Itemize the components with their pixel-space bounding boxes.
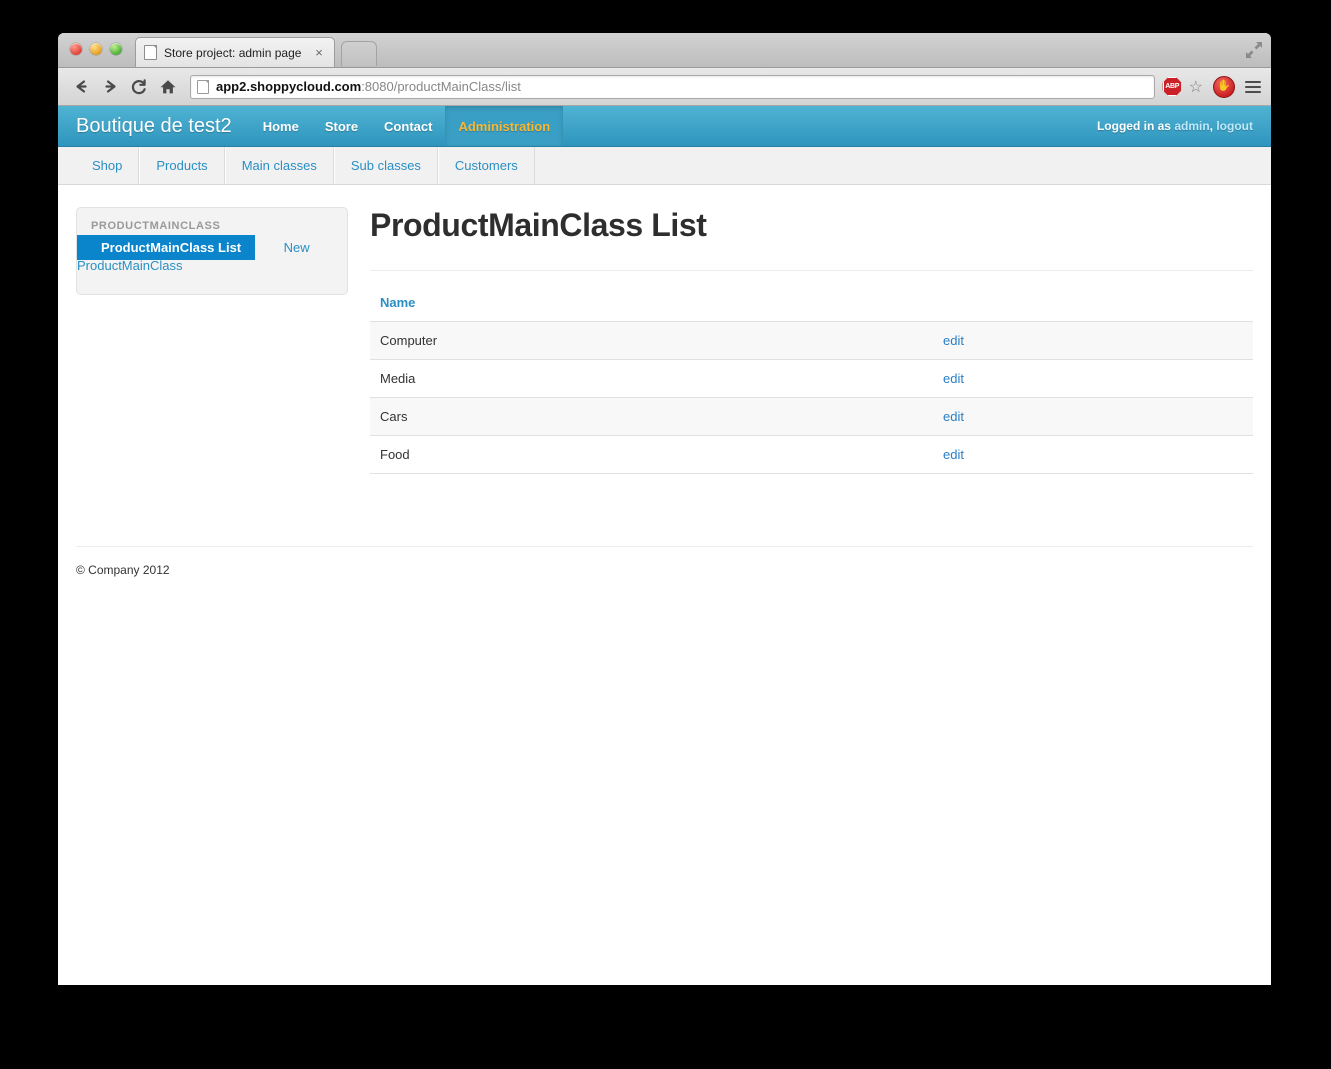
new-tab-button[interactable] — [341, 41, 377, 66]
close-button[interactable] — [70, 43, 82, 55]
minimize-button[interactable] — [90, 43, 102, 55]
table-body: Computer edit Media edit Cars edit — [370, 322, 1253, 474]
browser-window: Store project: admin page × — [58, 33, 1271, 985]
cell-actions: edit — [933, 436, 1253, 474]
web-page: Boutique de test2 Home Store Contact Adm… — [58, 106, 1271, 985]
session-prefix: Logged in as — [1097, 119, 1171, 133]
resize-grip-icon[interactable] — [1245, 41, 1263, 59]
cell-name: Media — [370, 360, 933, 398]
subnav-item-shop[interactable]: Shop — [76, 147, 139, 184]
browser-tab-strip: Store project: admin page × — [58, 33, 1271, 68]
footer-spacer — [58, 474, 1271, 546]
browser-tab-title: Store project: admin page — [164, 46, 312, 60]
table-header-row: Name — [370, 293, 1253, 322]
admin-subnav: Shop Products Main classes Sub classes C… — [58, 147, 1271, 185]
session-separator: , — [1210, 119, 1213, 133]
address-bar-url: app2.shoppycloud.com:8080/productMainCla… — [216, 79, 521, 94]
site-brand[interactable]: Boutique de test2 — [58, 106, 250, 146]
page-icon — [144, 45, 157, 60]
productmainclass-table: Name Computer edit Media edit — [370, 293, 1253, 474]
edit-link[interactable]: edit — [943, 409, 964, 424]
site-nav-links: Home Store Contact Administration — [250, 106, 563, 146]
cell-actions: edit — [933, 398, 1253, 436]
table-row: Computer edit — [370, 322, 1253, 360]
stop-hand-icon[interactable]: ✋ — [1213, 76, 1235, 98]
nav-item-administration[interactable]: Administration — [445, 106, 563, 146]
edit-link[interactable]: edit — [943, 371, 964, 386]
column-header-name[interactable]: Name — [370, 293, 933, 322]
hamburger-menu-icon[interactable] — [1245, 81, 1261, 93]
bookmark-star-icon[interactable]: ☆ — [1189, 77, 1203, 97]
nav-item-contact[interactable]: Contact — [371, 106, 445, 146]
cell-actions: edit — [933, 322, 1253, 360]
page-content: PRODUCTMAINCLASS ProductMainClass List N… — [58, 185, 1271, 474]
reload-icon — [130, 78, 148, 96]
url-host: app2.shoppycloud.com — [216, 79, 361, 94]
forward-button[interactable] — [97, 74, 123, 100]
page-info-icon — [197, 80, 209, 94]
main-panel: ProductMainClass List Name Computer — [370, 207, 1253, 474]
edit-link[interactable]: edit — [943, 447, 964, 462]
reload-button[interactable] — [126, 74, 152, 100]
browser-tab-active[interactable]: Store project: admin page × — [135, 37, 335, 67]
address-bar[interactable]: app2.shoppycloud.com:8080/productMainCla… — [190, 75, 1155, 99]
sidebar: PRODUCTMAINCLASS ProductMainClass List N… — [76, 207, 348, 295]
page-footer: © Company 2012 — [76, 546, 1253, 577]
logout-link[interactable]: logout — [1216, 119, 1253, 133]
table-row: Cars edit — [370, 398, 1253, 436]
arrow-right-icon — [102, 78, 119, 95]
browser-toolbar: app2.shoppycloud.com:8080/productMainCla… — [58, 68, 1271, 106]
session-user-link[interactable]: admin — [1174, 119, 1209, 133]
home-icon — [159, 78, 177, 96]
cell-name: Food — [370, 436, 933, 474]
cell-actions: edit — [933, 360, 1253, 398]
table-head: Name — [370, 293, 1253, 322]
copyright-text: © Company 2012 — [76, 563, 170, 577]
cell-name: Computer — [370, 322, 933, 360]
nav-item-store[interactable]: Store — [312, 106, 371, 146]
table-row: Food edit — [370, 436, 1253, 474]
close-icon[interactable]: × — [312, 46, 326, 60]
session-info: Logged in as admin, logout — [1097, 106, 1271, 146]
adblock-plus-icon[interactable]: ABP — [1163, 77, 1182, 96]
back-button[interactable] — [68, 74, 94, 100]
maximize-button[interactable] — [110, 43, 122, 55]
site-navbar: Boutique de test2 Home Store Contact Adm… — [58, 106, 1271, 147]
edit-link[interactable]: edit — [943, 333, 964, 348]
title-divider — [370, 270, 1253, 271]
column-header-actions — [933, 293, 1253, 322]
screen: Store project: admin page × — [0, 0, 1331, 1069]
nav-item-home[interactable]: Home — [250, 106, 312, 146]
table-row: Media edit — [370, 360, 1253, 398]
subnav-item-main-classes[interactable]: Main classes — [225, 147, 334, 184]
window-controls — [70, 43, 122, 55]
cell-name: Cars — [370, 398, 933, 436]
url-path: :8080/productMainClass/list — [361, 79, 521, 94]
subnav-item-products[interactable]: Products — [139, 147, 224, 184]
page-title: ProductMainClass List — [370, 207, 1253, 244]
home-button[interactable] — [155, 74, 181, 100]
subnav-item-customers[interactable]: Customers — [438, 147, 535, 184]
arrow-left-icon — [73, 78, 90, 95]
subnav-item-sub-classes[interactable]: Sub classes — [334, 147, 438, 184]
